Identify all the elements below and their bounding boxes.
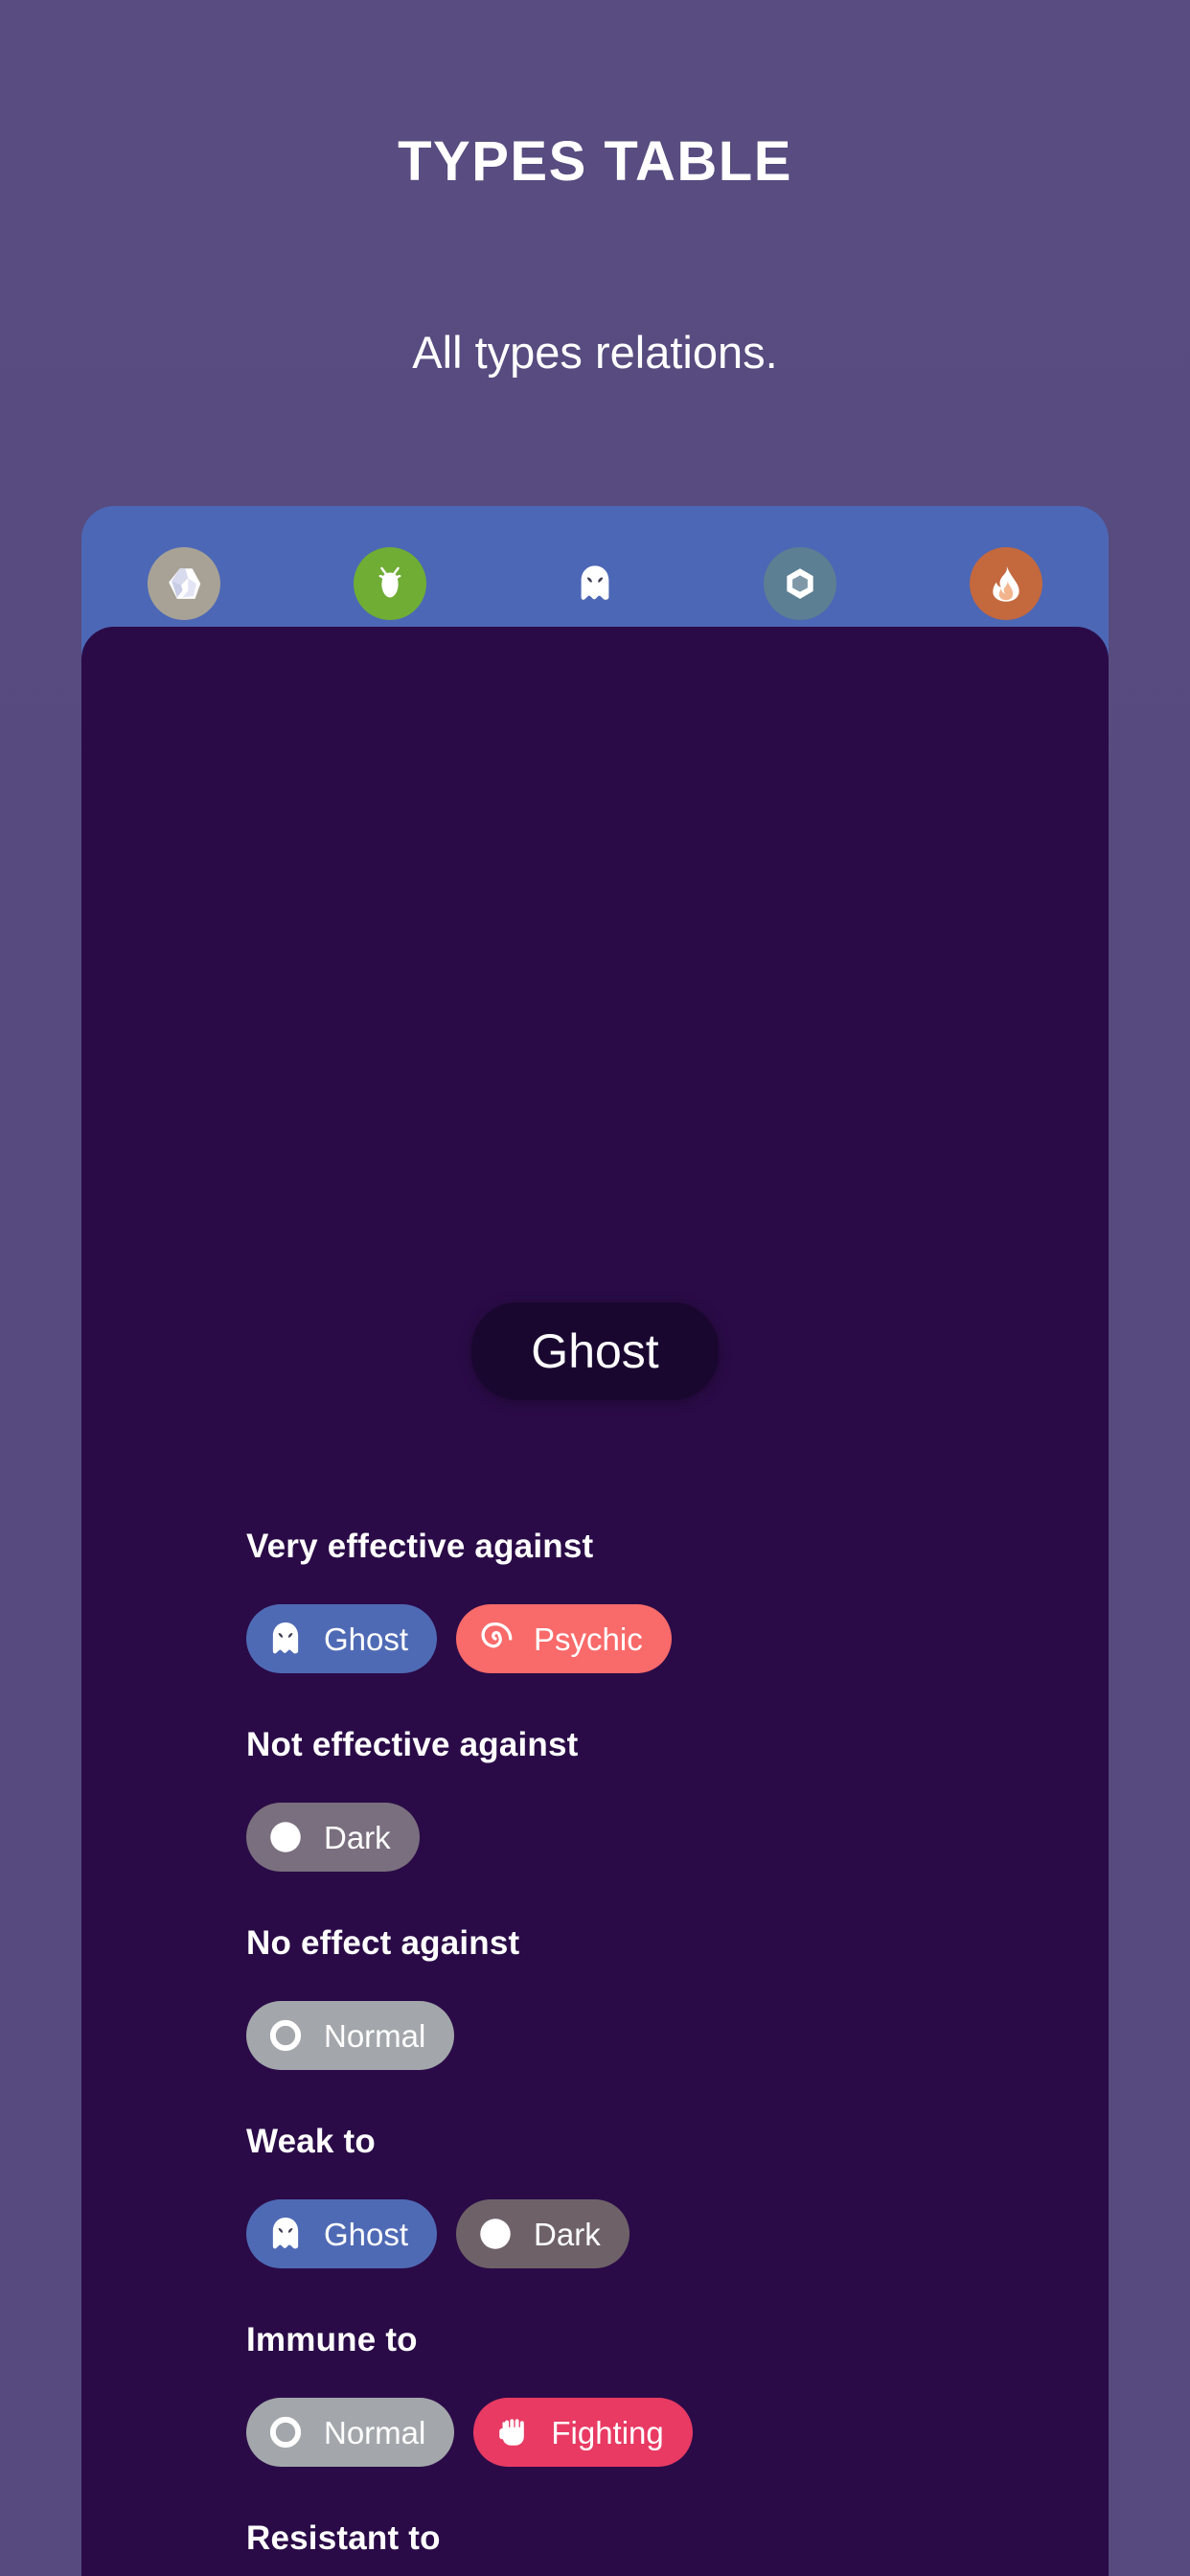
type-chip-row: Ghost Psychic <box>246 1604 1070 1673</box>
type-chip-psychic[interactable]: Psychic <box>456 1604 672 1673</box>
phone-card: Ghost Very effective against Ghost Psychic… <box>81 506 1109 2576</box>
type-chip-dark[interactable]: Dark <box>456 2199 629 2268</box>
ghost-icon <box>559 547 631 620</box>
type-chip-ghost[interactable]: Ghost <box>246 2199 438 2268</box>
dark-icon <box>473 2212 517 2256</box>
relation-section: Not effective against Dark <box>246 1726 1070 1872</box>
fire-icon <box>969 546 1042 620</box>
bug-icon <box>353 546 426 620</box>
type-chip-row: Ghost Dark <box>246 2199 1070 2268</box>
relation-section-title: Not effective against <box>246 1726 579 1763</box>
relation-section: Very effective against Ghost Psychic <box>246 1528 1070 1673</box>
type-chip-normal[interactable]: Normal <box>246 2398 455 2467</box>
relation-section-title: Weak to <box>246 2123 376 2160</box>
relation-section: No effect against Normal <box>246 1924 1070 2070</box>
relation-section: Immune to Normal Fighting <box>246 2321 1070 2467</box>
type-chip-fighting[interactable]: Fighting <box>473 2398 693 2467</box>
type-chip-normal[interactable]: Normal <box>246 2001 455 2070</box>
type-chip-label: Dark <box>534 2216 601 2252</box>
type-name-label: Ghost <box>471 1302 719 1400</box>
normal-icon <box>263 2013 308 2058</box>
type-chip-label: Normal <box>324 2017 426 2054</box>
normal-icon <box>263 2410 308 2454</box>
type-detail-sheet: Ghost Very effective against Ghost Psychic… <box>81 627 1109 2576</box>
relation-section-title: Very effective against <box>246 1528 594 1565</box>
psychic-icon <box>473 1617 517 1661</box>
type-chip-row: Dark <box>246 1803 1070 1872</box>
type-chip-label: Ghost <box>324 2216 409 2252</box>
type-chip-label: Dark <box>324 1819 391 1855</box>
fighting-icon <box>491 2410 535 2454</box>
type-chip-ghost[interactable]: Ghost <box>246 1604 438 1673</box>
relation-section: Weak to Ghost Dark <box>246 2123 1070 2268</box>
type-chip-dark[interactable]: Dark <box>246 1803 420 1872</box>
type-name-badge: Ghost <box>81 1302 1109 1400</box>
relations-list: Very effective against Ghost Psychic Not ef… <box>246 1528 1070 2576</box>
type-chip-label: Psychic <box>534 1621 643 1657</box>
ghost-icon <box>263 2212 308 2256</box>
steel-icon <box>764 546 837 620</box>
type-chip-label: Fighting <box>551 2414 664 2450</box>
dark-icon <box>263 1815 308 1859</box>
relation-section-title: Resistant to <box>246 2519 441 2557</box>
relation-section: Resistant toPoisonBug <box>246 2519 1070 2576</box>
type-chip-label: Ghost <box>324 1621 409 1657</box>
type-chip-row: Normal <box>246 2001 1070 2070</box>
page-title: TYPES TABLE <box>398 130 792 193</box>
relation-section-title: Immune to <box>246 2321 418 2358</box>
app-root: TYPES TABLE All types relations. Ghost V… <box>0 0 1190 2576</box>
type-chip-row: Normal Fighting <box>246 2398 1070 2467</box>
relation-section-title: No effect against <box>246 1924 520 1962</box>
rock-icon <box>148 546 221 620</box>
ghost-icon <box>263 1617 308 1661</box>
type-chip-label: Normal <box>324 2414 426 2450</box>
page-subtitle: All types relations. <box>412 327 778 378</box>
